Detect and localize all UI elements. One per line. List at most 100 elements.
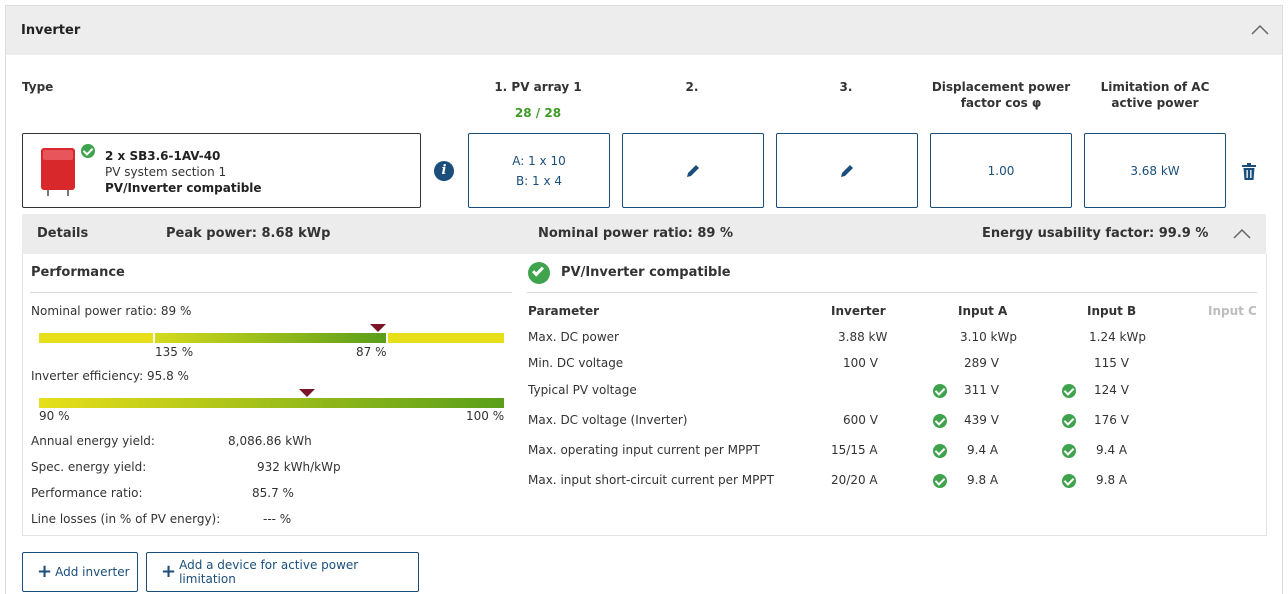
peak-power: Peak power: 8.68 kWp: [166, 226, 331, 241]
column-type: Type: [22, 80, 54, 94]
pv-array-1-count: 28 / 28: [514, 106, 562, 120]
stat-value: 932 kWh/kWp: [257, 460, 341, 474]
check-icon: [933, 444, 947, 458]
stat-value: --- %: [263, 512, 292, 526]
plus-icon: +: [37, 561, 53, 582]
pv-array-1-string-a: A: 1 x 10: [512, 153, 566, 168]
compat-row-input-a: 9.8 A: [967, 473, 999, 487]
compat-header-inverter: Inverter: [831, 304, 886, 318]
efficiency-max-label: 100 %: [466, 409, 505, 423]
check-icon: [933, 474, 947, 488]
compat-header-parameter: Parameter: [528, 304, 600, 318]
cos-phi-line-1: Displacement power: [931, 80, 1071, 94]
add-inverter-button[interactable]: + Add inverter: [22, 552, 138, 592]
column-pv-array-2: 2.: [685, 80, 699, 94]
compat-row-input-b: 124 V: [1094, 383, 1129, 397]
pv-array-3-edit-button[interactable]: [776, 133, 918, 208]
compat-row-param: Max. DC voltage (Inverter): [528, 413, 688, 427]
chevron-up-icon[interactable]: [1251, 24, 1269, 36]
check-icon: [933, 384, 947, 398]
details-label: Details: [37, 226, 89, 241]
nominal-ratio-label: Nominal power ratio: 89 %: [31, 304, 192, 318]
nominal-ratio-bar: [39, 333, 504, 343]
trash-icon[interactable]: [1241, 163, 1257, 181]
pencil-icon: [841, 164, 853, 177]
compat-row-inverter: 100 V: [843, 356, 878, 370]
add-device-button[interactable]: + Add a device for active power limitati…: [146, 552, 419, 592]
compat-row-param: Min. DC voltage: [528, 356, 624, 370]
efficiency-label: Inverter efficiency: 95.8 %: [31, 369, 189, 383]
column-ac-limit: Limitation of AC active power: [1084, 79, 1226, 111]
add-device-label: Add a device for active power limitation: [179, 558, 359, 586]
performance-title: Performance: [31, 265, 125, 280]
nominal-ratio-high-label: 87 %: [356, 345, 387, 359]
details-panel: [22, 254, 1267, 536]
pv-array-1-label: 1. PV array 1: [494, 80, 582, 94]
stat-label: Spec. energy yield:: [31, 460, 147, 474]
compat-row-input-b: 1.24 kWp: [1089, 330, 1146, 344]
compat-header-input-b: Input B: [1087, 304, 1137, 318]
ac-limit-field[interactable]: 3.68 kW: [1084, 133, 1226, 208]
compat-row-inverter: 20/20 A: [831, 473, 878, 487]
compat-divider: [527, 292, 1257, 293]
stat-label: Annual energy yield:: [31, 434, 155, 448]
check-icon: [1062, 414, 1076, 428]
compat-row-input-b: 9.4 A: [1096, 443, 1128, 457]
compat-row-input-a: 289 V: [964, 356, 999, 370]
compat-row-input-a: 439 V: [964, 413, 999, 427]
inverter-status: PV/Inverter compatible: [105, 181, 262, 195]
stat-value: 8,086.86 kWh: [228, 434, 312, 448]
details-bar[interactable]: Details Peak power: 8.68 kWp Nominal pow…: [22, 214, 1266, 254]
compat-row-inverter: 600 V: [843, 413, 878, 427]
inverter-device-icon: [41, 148, 75, 196]
check-icon: [1062, 444, 1076, 458]
check-icon: [1062, 384, 1076, 398]
ac-limit-line-2: active power: [1111, 96, 1199, 110]
cos-phi-value: 1.00: [987, 163, 1015, 178]
pv-array-1-config[interactable]: A: 1 x 10 B: 1 x 4: [468, 133, 610, 208]
compatible-check-icon: [528, 262, 550, 284]
stat-label: Line losses (in % of PV energy):: [31, 512, 221, 526]
compat-row-param: Max. operating input current per MPPT: [528, 443, 760, 457]
nominal-ratio-marker: [370, 324, 386, 332]
compat-row-inverter: 3.88 kW: [838, 330, 888, 344]
info-icon[interactable]: i: [434, 161, 454, 181]
stat-label: Performance ratio:: [31, 486, 143, 500]
pv-array-2-edit-button[interactable]: [622, 133, 764, 208]
compat-row-input-b: 115 V: [1094, 356, 1129, 370]
compat-row-param: Typical PV voltage: [528, 383, 637, 397]
performance-divider: [30, 292, 512, 293]
pv-array-1-string-b: B: 1 x 4: [515, 173, 563, 188]
compat-row-input-a: 3.10 kWp: [960, 330, 1017, 344]
stat-value: 85.7 %: [252, 486, 294, 500]
ac-limit-value: 3.68 kW: [1130, 163, 1180, 178]
cos-phi-line-2: factor cos φ: [960, 96, 1042, 110]
column-cos-phi: Displacement power factor cos φ: [926, 79, 1076, 111]
check-icon: [1062, 474, 1076, 488]
cos-phi-field[interactable]: 1.00: [930, 133, 1072, 208]
ac-limit-line-1: Limitation of AC: [1100, 80, 1210, 94]
compat-row-input-b: 176 V: [1094, 413, 1129, 427]
add-inverter-label: Add inverter: [55, 565, 130, 579]
nominal-ratio-low-label: 135 %: [155, 345, 194, 359]
inverter-card[interactable]: 2 x SB3.6-1AV-40 PV system section 1 PV/…: [22, 133, 421, 208]
section-title: Inverter: [21, 23, 81, 38]
compat-row-param: Max. DC power: [528, 330, 619, 344]
efficiency-bar: [39, 398, 504, 408]
pencil-icon: [687, 164, 699, 177]
chevron-up-icon[interactable]: [1233, 228, 1251, 240]
inverter-section-header[interactable]: Inverter: [6, 6, 1282, 55]
check-icon: [933, 414, 947, 428]
efficiency-marker: [299, 389, 315, 397]
compat-row-inverter: 15/15 A: [831, 443, 878, 457]
energy-usability-factor: Energy usability factor: 99.9 %: [982, 226, 1209, 241]
compatible-check-icon: [81, 144, 95, 158]
plus-icon: +: [161, 561, 177, 582]
compat-header-input-a: Input A: [958, 304, 1008, 318]
compat-title: PV/Inverter compatible: [561, 265, 731, 280]
compat-header-input-c: Input C: [1208, 304, 1257, 318]
inverter-model: 2 x SB3.6-1AV-40: [105, 149, 221, 163]
nominal-power-ratio: Nominal power ratio: 89 %: [538, 226, 733, 241]
compat-row-input-a: 311 V: [964, 383, 999, 397]
compat-row-input-a: 9.4 A: [967, 443, 999, 457]
